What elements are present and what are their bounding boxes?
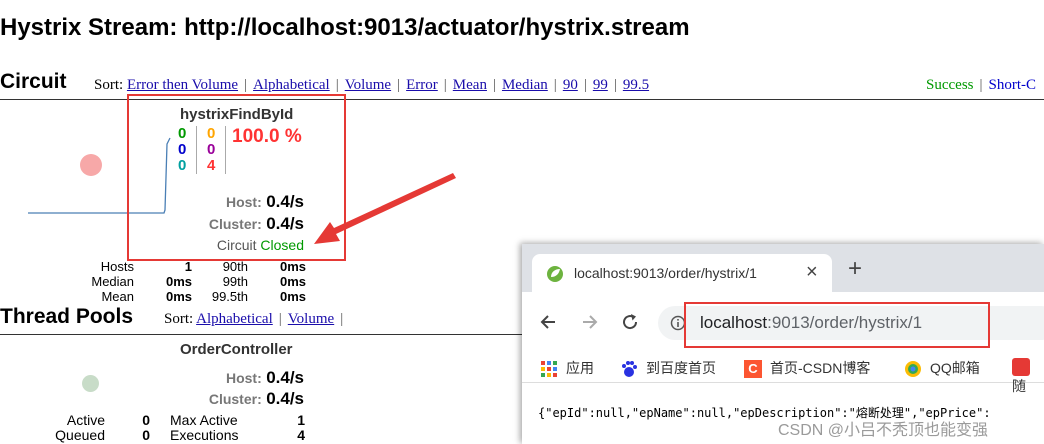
thread-pools-divider (0, 334, 530, 335)
bookmark-qqmail-label: QQ邮箱 (930, 360, 980, 376)
hosts-value: 1 (184, 259, 192, 274)
sort-99-5[interactable]: 99.5 (623, 77, 649, 93)
bookmark-baidu-label: 到百度首页 (646, 360, 716, 376)
sort-alphabetical[interactable]: Alphabetical (253, 77, 330, 93)
median-value: 0ms (165, 274, 192, 289)
tp-sort-volume[interactable]: Volume (288, 311, 334, 327)
back-icon[interactable] (538, 312, 558, 332)
tp-values-left: 0 0 (130, 413, 150, 443)
p995-label: 99.5th (211, 289, 248, 304)
thread-pools-sort-bar: Sort: Alphabetical | Volume | (164, 311, 344, 327)
sort-median[interactable]: Median (502, 77, 548, 93)
thread-pool-health-bubble (82, 375, 99, 392)
sort-error-then-volume[interactable]: Error then Volume (127, 77, 238, 93)
tp-sort-label: Sort: (164, 311, 194, 327)
legend-short-circuited: Short-C (988, 77, 1037, 93)
sort-90[interactable]: 90 (563, 77, 578, 93)
bookmark-qqmail[interactable]: QQ邮箱 (904, 358, 980, 378)
apps-grid-icon (541, 361, 557, 378)
queued-label: Queued (55, 427, 105, 443)
legend-success: Success (926, 77, 974, 93)
bookmark-csdn[interactable]: C 首页-CSDN博客 (744, 358, 871, 379)
tp-labels-right: Max Active Executions (170, 413, 238, 443)
thread-pools-section-title: Thread Pools (0, 305, 134, 328)
median-label: Median (91, 274, 134, 289)
tp-host-label: Host: (225, 370, 262, 386)
sort-mean[interactable]: Mean (453, 77, 487, 93)
tp-cluster-value: 0.4/s (266, 389, 304, 408)
tp-host-value: 0.4/s (266, 368, 304, 387)
csdn-c-icon: C (744, 360, 762, 379)
max-active-value: 1 (297, 412, 305, 428)
circuit-section-title: Circuit (0, 70, 67, 93)
p90-label: 90th (222, 259, 248, 274)
p99-value: 0ms (279, 274, 306, 289)
executions-value: 4 (297, 427, 305, 443)
p995-value: 0ms (279, 289, 306, 304)
circuit-legend: Success | Short-C (926, 77, 1037, 93)
annotation-arrow (314, 173, 456, 244)
bookmark-apps-label: 应用 (566, 360, 594, 376)
browser-tab-bar: localhost:9013/order/hystrix/1 × + (522, 244, 1044, 292)
qq-mail-icon (905, 361, 921, 378)
p90-value: 0ms (279, 259, 306, 274)
thread-pool-name: OrderController (180, 341, 293, 358)
reload-icon[interactable] (620, 312, 640, 332)
sort-99[interactable]: 99 (593, 77, 608, 93)
tp-host-rate: Host: 0.4/s (160, 368, 304, 388)
active-label: Active (66, 412, 105, 428)
bookmark-more[interactable]: 随 (1012, 358, 1044, 396)
stats-labels-left: Hosts Median Mean (60, 259, 134, 304)
hosts-label: Hosts (100, 259, 134, 274)
tp-sort-alphabetical[interactable]: Alphabetical (196, 311, 273, 327)
sort-label: Sort: (94, 77, 124, 93)
queued-value: 0 (142, 427, 150, 443)
tp-values-right: 1 4 (280, 413, 305, 443)
annotation-box-url (684, 302, 990, 348)
watermark: CSDN @小吕不秃顶也能变强 (778, 422, 989, 439)
bookmark-more-label: 随 (1012, 378, 1026, 395)
browser-tab-title: localhost:9013/order/hystrix/1 (574, 265, 757, 281)
stats-labels-right: 90th 99th 99.5th (200, 259, 248, 304)
stats-values-right: 0ms 0ms 0ms (262, 259, 306, 304)
tp-labels-left: Active Queued (50, 413, 105, 443)
max-active-label: Max Active (170, 412, 238, 428)
tab-close-icon[interactable]: × (806, 261, 818, 284)
red-bookmark-icon (1012, 358, 1030, 377)
sort-volume[interactable]: Volume (345, 77, 391, 93)
forward-icon[interactable] (580, 312, 600, 332)
tp-cluster-rate: Cluster: 0.4/s (160, 389, 304, 409)
sort-error[interactable]: Error (406, 77, 438, 93)
browser-window: localhost:9013/order/hystrix/1 × + local… (522, 244, 1044, 444)
bookmark-apps[interactable]: 应用 (540, 358, 594, 378)
executions-label: Executions (170, 427, 239, 443)
tp-cluster-label: Cluster: (208, 391, 262, 407)
circuit-sort-bar: Sort: Error then Volume | Alphabetical | Vol… (94, 77, 650, 93)
baidu-paw-icon (622, 361, 637, 378)
mean-value: 0ms (165, 289, 192, 304)
stats-values-left: 1 0ms 0ms (150, 259, 192, 304)
bookmark-csdn-label: 首页-CSDN博客 (770, 360, 871, 376)
browser-tab[interactable]: localhost:9013/order/hystrix/1 × (532, 254, 832, 292)
p99-label: 99th (222, 274, 248, 289)
active-value: 0 (142, 412, 150, 428)
mean-label: Mean (101, 289, 134, 304)
page-title: Hystrix Stream: http://localhost:9013/ac… (0, 14, 690, 41)
new-tab-icon[interactable]: + (848, 255, 862, 283)
bookmarks-bar: 应用 到百度首页 C 首页-CSDN博客 QQ邮箱 随 (522, 352, 1044, 394)
bookmark-baidu[interactable]: 到百度首页 (620, 358, 716, 378)
spring-leaf-icon (547, 266, 563, 282)
